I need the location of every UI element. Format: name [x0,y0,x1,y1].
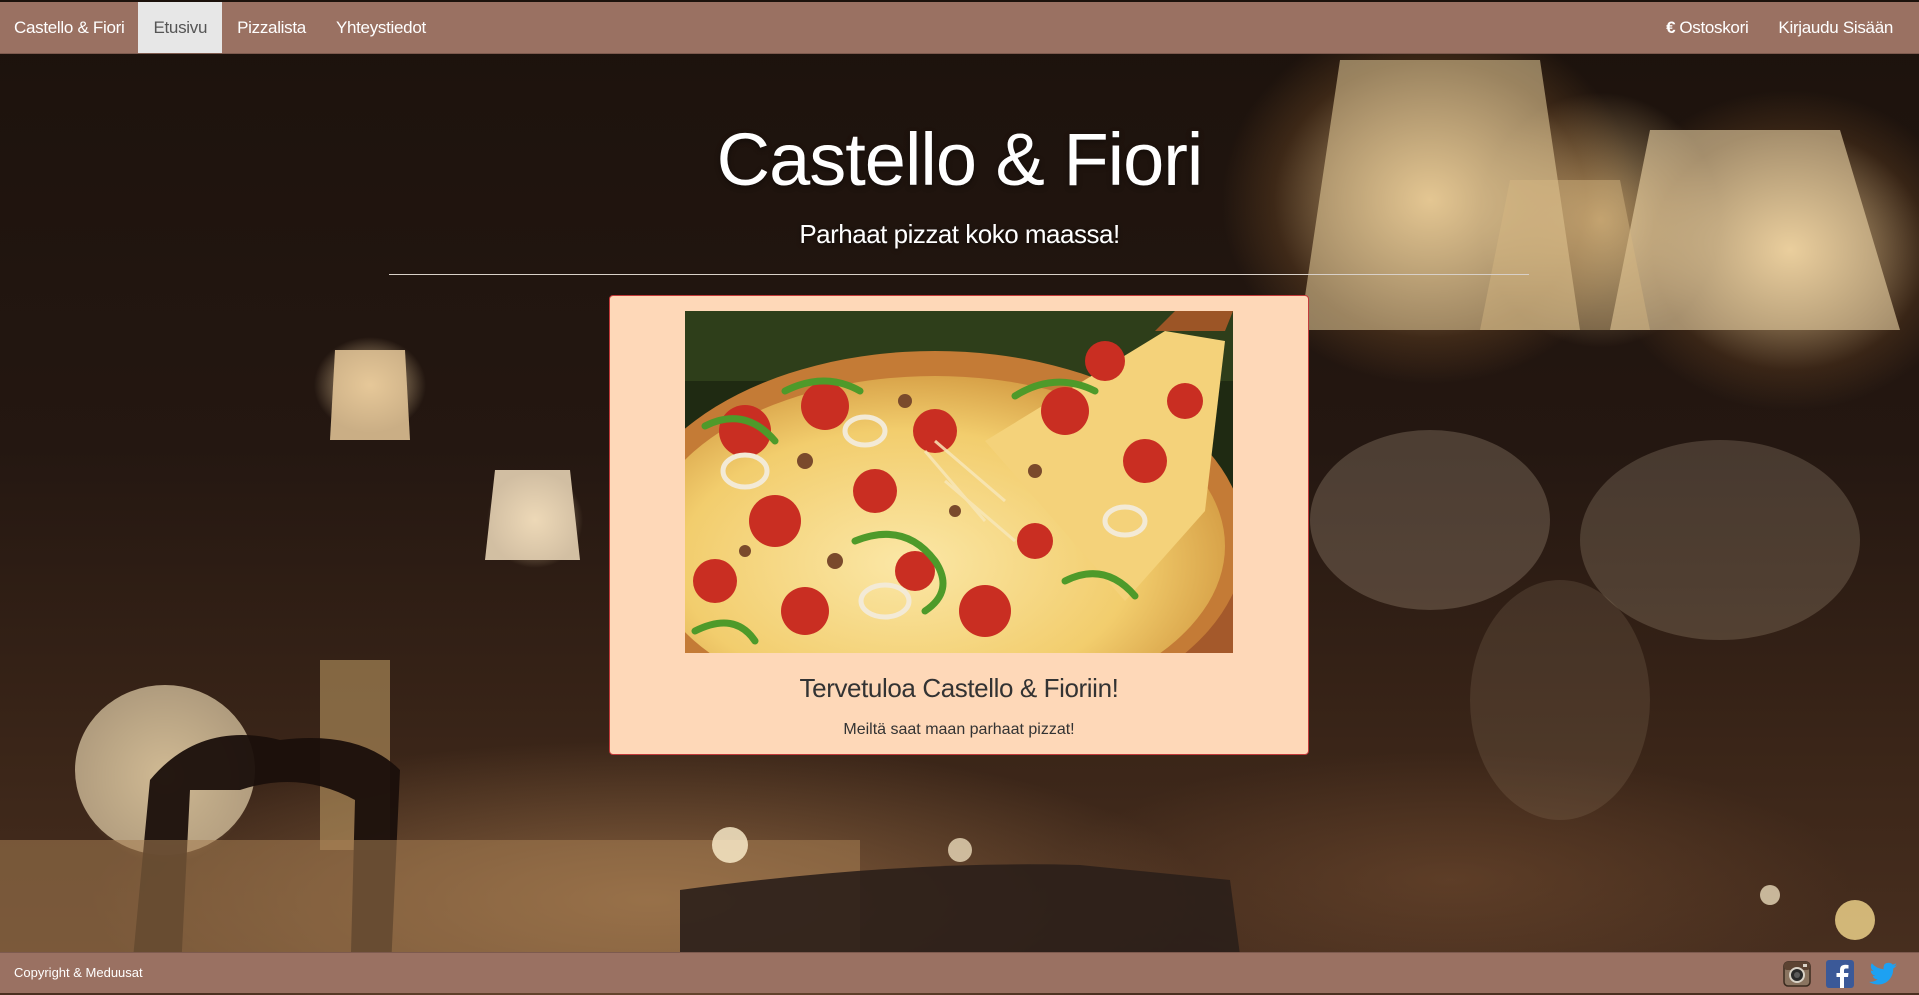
nav-left: Castello & Fiori Etusivu Pizzalista Yhte… [0,2,441,53]
welcome-card: Tervetuloa Castello & Fioriin! Meiltä sa… [609,295,1309,755]
instagram-icon[interactable] [1782,959,1812,989]
cart-label: Ostoskori [1679,17,1749,37]
euro-icon: € [1666,17,1676,37]
nav-right: € Ostoskori Kirjaudu Sisään [1651,2,1919,53]
page-title: Castello & Fiori [716,118,1204,201]
copyright-text: Copyright & Meduusat [14,965,143,980]
cart-link[interactable]: € Ostoskori [1651,2,1763,53]
login-link[interactable]: Kirjaudu Sisään [1763,2,1919,53]
pizza-image [685,311,1233,653]
footer: Copyright & Meduusat [0,952,1919,993]
nav-item-pizzalista[interactable]: Pizzalista [222,2,321,53]
nav-item-yhteystiedot[interactable]: Yhteystiedot [321,2,441,53]
brand-link[interactable]: Castello & Fiori [0,2,138,53]
top-navbar: Castello & Fiori Etusivu Pizzalista Yhte… [0,2,1919,54]
pizza-photo [685,311,1233,653]
welcome-text: Meiltä saat maan parhaat pizzat! [843,721,1075,738]
welcome-heading: Tervetuloa Castello & Fioriin! [799,673,1119,703]
divider [389,274,1529,275]
page-subtitle: Parhaat pizzat koko maassa! [799,219,1120,249]
facebook-icon[interactable] [1825,959,1855,989]
nav-item-etusivu[interactable]: Etusivu [138,2,223,53]
twitter-icon[interactable] [1867,959,1897,989]
